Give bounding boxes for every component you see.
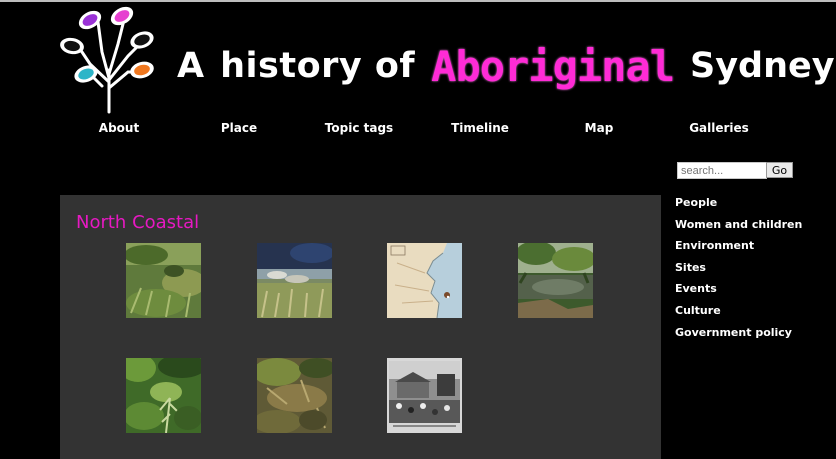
- title-part-history: history of: [220, 46, 416, 86]
- nav-about[interactable]: About: [99, 121, 139, 135]
- gallery-thumbnail-1[interactable]: [126, 243, 201, 318]
- sidebar-item-government-policy[interactable]: Government policy: [675, 326, 802, 348]
- sidebar-item-women-and-children[interactable]: Women and children: [675, 218, 802, 240]
- gallery-thumbnail-6[interactable]: [257, 358, 332, 433]
- sidebar-topics: People Women and children Environment Si…: [675, 196, 802, 347]
- gallery-thumbnail-2[interactable]: [257, 243, 332, 318]
- sidebar-item-sites[interactable]: Sites: [675, 261, 802, 283]
- title-highlight-aboriginal: Aboriginal: [431, 41, 675, 91]
- sidebar-item-culture[interactable]: Culture: [675, 304, 802, 326]
- nav-galleries[interactable]: Galleries: [689, 121, 749, 135]
- title-part-sydney: Sydney: [690, 46, 835, 86]
- sidebar-item-people[interactable]: People: [675, 196, 802, 218]
- search-input[interactable]: [677, 162, 767, 179]
- search-go-button[interactable]: Go: [766, 162, 793, 178]
- gallery-thumbnail-4[interactable]: [518, 243, 593, 318]
- gallery-panel: North Coastal: [60, 195, 661, 459]
- title-part-a: A: [177, 46, 205, 86]
- page-title: North Coastal: [76, 212, 200, 233]
- nav-map[interactable]: Map: [585, 121, 614, 135]
- gallery-thumbnail-5[interactable]: [126, 358, 201, 433]
- gallery-thumbnail-7[interactable]: [387, 358, 462, 433]
- gallery-thumbnail-3[interactable]: [387, 243, 462, 318]
- site-title: A history of Aboriginal Sydney: [177, 36, 835, 96]
- nav-timeline[interactable]: Timeline: [451, 121, 509, 135]
- nav-topic-tags[interactable]: Topic tags: [325, 121, 393, 135]
- sidebar-item-events[interactable]: Events: [675, 282, 802, 304]
- site-logo-icon[interactable]: [52, 2, 164, 114]
- sidebar-item-environment[interactable]: Environment: [675, 239, 802, 261]
- nav-place[interactable]: Place: [221, 121, 257, 135]
